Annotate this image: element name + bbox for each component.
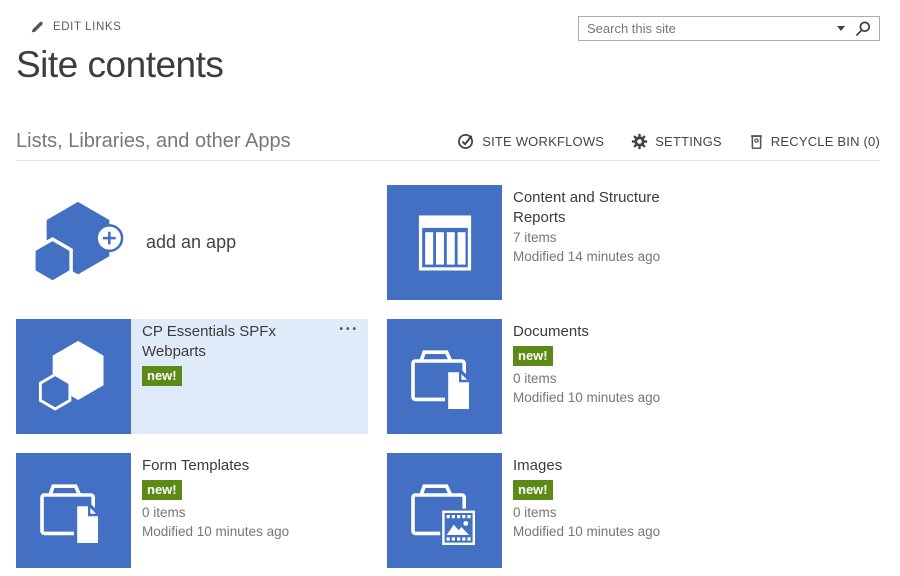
tile-title: add an app — [146, 232, 236, 253]
search-scope-dropdown-icon[interactable] — [837, 26, 845, 31]
tile-item-count: 0 items — [513, 503, 729, 522]
toolbar: SITE WORKFLOWS SETTINGS — [457, 132, 880, 150]
recycle-bin-icon — [749, 133, 764, 150]
tile-info: Form Templates new! 0 items Modified 10 … — [131, 453, 368, 568]
search-box[interactable] — [578, 16, 880, 41]
tile-form-templates[interactable]: Form Templates new! 0 items Modified 10 … — [16, 453, 368, 568]
tile-documents[interactable]: Documents new! 0 items Modified 10 minut… — [387, 319, 739, 434]
new-badge: new! — [142, 366, 182, 386]
new-badge: new! — [513, 346, 553, 366]
app-tiles-grid: add an app Content and Structure Reports… — [16, 185, 739, 568]
new-badge: new! — [513, 480, 553, 500]
page-title: Site contents — [16, 44, 223, 86]
section-divider — [16, 160, 880, 161]
tile-info: Content and Structure Reports 7 items Mo… — [502, 185, 739, 300]
edit-links-label: EDIT LINKS — [53, 21, 121, 33]
tile-title[interactable]: Form Templates — [142, 456, 327, 476]
tile-modified: Modified 14 minutes ago — [513, 247, 729, 266]
tile-menu-ellipsis[interactable]: ••• — [339, 324, 359, 335]
settings-label: SETTINGS — [655, 134, 722, 149]
tile-item-count: 7 items — [513, 228, 729, 247]
settings-button[interactable]: SETTINGS — [631, 132, 722, 150]
tile-item-count: 0 items — [142, 503, 358, 522]
tile-content-and-structure-reports[interactable]: Content and Structure Reports 7 items Mo… — [387, 185, 739, 300]
site-workflows-button[interactable]: SITE WORKFLOWS — [457, 132, 604, 150]
search-icon[interactable] — [855, 21, 871, 37]
gear-icon — [631, 133, 648, 150]
tile-title[interactable]: Images — [513, 456, 698, 476]
new-badge: new! — [142, 480, 182, 500]
add-app-hexagon-icon — [28, 199, 126, 287]
tile-info: CP Essentials SPFx Webparts new! ••• — [131, 319, 368, 434]
tile-cp-essentials-spfx-webparts[interactable]: CP Essentials SPFx Webparts new! ••• — [16, 319, 368, 434]
tile-title[interactable]: Documents — [513, 322, 698, 342]
site-workflows-label: SITE WORKFLOWS — [482, 134, 604, 149]
section-heading: Lists, Libraries, and other Apps — [16, 130, 291, 153]
tile-add-an-app[interactable]: add an app — [16, 185, 368, 300]
tile-title[interactable]: CP Essentials SPFx Webparts — [142, 322, 327, 362]
tile-info: Images new! 0 items Modified 10 minutes … — [502, 453, 739, 568]
app-hexagon-icon — [16, 319, 131, 434]
check-circle-icon — [457, 132, 475, 150]
report-table-icon — [387, 185, 502, 300]
folder-document-icon — [16, 453, 131, 568]
folder-document-icon — [387, 319, 502, 434]
tile-title[interactable]: Content and Structure Reports — [513, 188, 698, 228]
edit-links-button[interactable]: EDIT LINKS — [30, 20, 121, 34]
tile-info: Documents new! 0 items Modified 10 minut… — [502, 319, 739, 434]
tile-item-count: 0 items — [513, 369, 729, 388]
pencil-icon — [30, 20, 44, 34]
folder-image-icon — [387, 453, 502, 568]
tile-images[interactable]: Images new! 0 items Modified 10 minutes … — [387, 453, 739, 568]
recycle-bin-button[interactable]: RECYCLE BIN (0) — [749, 132, 880, 150]
tile-modified: Modified 10 minutes ago — [513, 522, 729, 541]
recycle-bin-label: RECYCLE BIN (0) — [771, 134, 880, 149]
tile-modified: Modified 10 minutes ago — [513, 388, 729, 407]
tile-modified: Modified 10 minutes ago — [142, 522, 358, 541]
search-input[interactable] — [579, 21, 833, 36]
